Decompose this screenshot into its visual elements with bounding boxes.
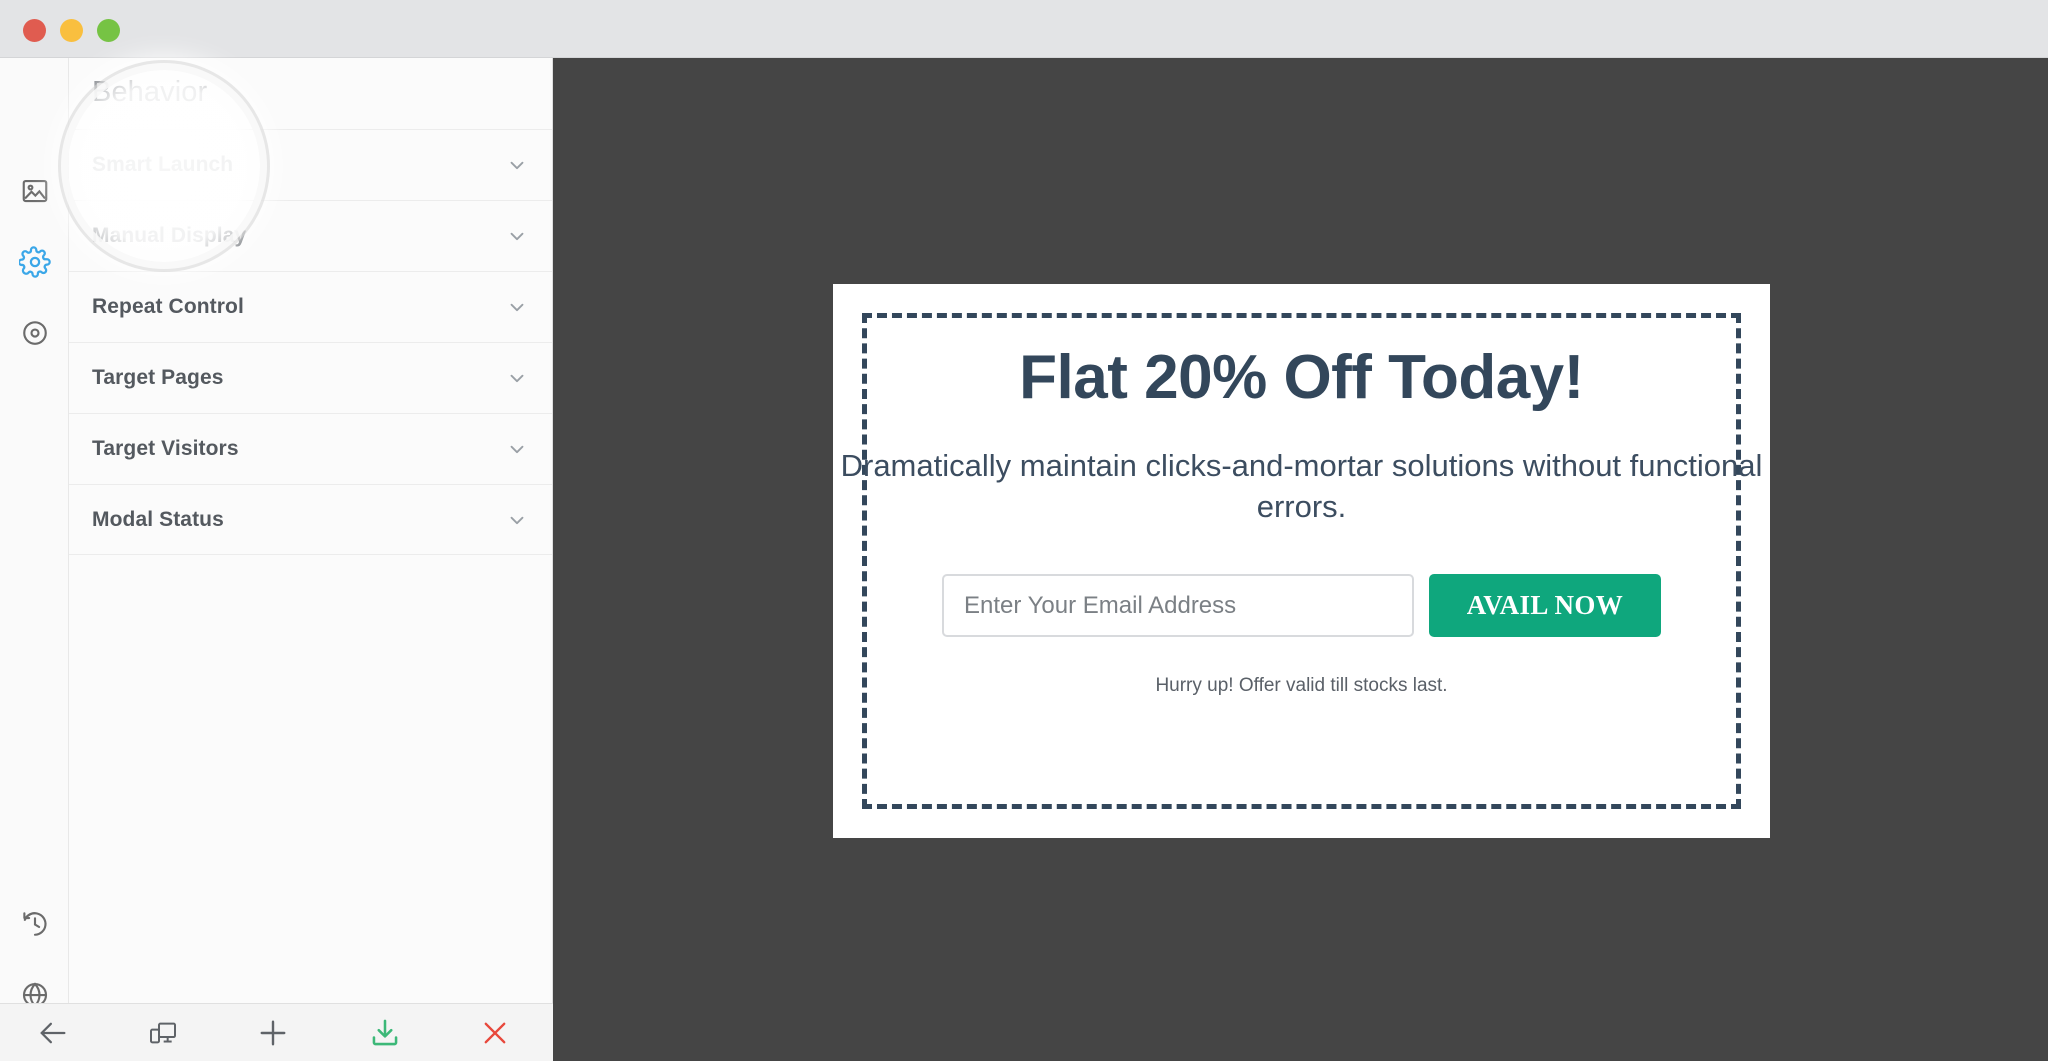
chevron-down-icon[interactable] [506, 367, 528, 389]
page-title: Behavior [92, 76, 208, 108]
sidebar-item-target-visitors[interactable]: Target Visitors [69, 413, 552, 484]
email-field[interactable] [942, 574, 1414, 637]
sidebar-item-label: Target Pages [92, 366, 224, 389]
chevron-down-icon[interactable] [506, 438, 528, 460]
maximize-window-button[interactable] [97, 19, 120, 42]
sidebar-item-label: Smart Launch [92, 153, 234, 176]
sidebar-item-label: Target Visitors [92, 437, 239, 460]
sidebar-item-repeat-control[interactable]: Repeat Control [69, 271, 552, 342]
sidebar-item-label: Modal Status [92, 507, 224, 531]
sidebar-item-label: Repeat Control [92, 295, 244, 318]
minimize-window-button[interactable] [60, 19, 83, 42]
editor-bottom-toolbar [0, 1003, 553, 1061]
modal-content: Flat 20% Off Today! Dramatically maintai… [833, 343, 1770, 697]
behavior-accordion: Smart Launch Manual Display Repeat Contr… [69, 129, 552, 555]
traffic-lights [23, 19, 120, 42]
chevron-down-icon[interactable] [506, 296, 528, 318]
target-icon[interactable] [0, 307, 69, 359]
chevron-down-icon[interactable] [506, 225, 528, 247]
history-icon[interactable] [0, 898, 69, 950]
modal-footnote: Hurry up! Offer valid till stocks last. [1155, 675, 1448, 696]
sidebar-item-modal-status[interactable]: Modal Status [69, 484, 552, 555]
app-window: Behavior Smart Launch Manual Display Rep… [0, 0, 2048, 1061]
sidebar-item-target-pages[interactable]: Target Pages [69, 342, 552, 413]
sidebar-item-manual-display[interactable]: Manual Display [69, 200, 552, 271]
modal-signup-form: AVAIL NOW [833, 574, 1770, 637]
chevron-down-icon[interactable] [506, 509, 528, 531]
chevron-down-icon[interactable] [506, 154, 528, 176]
modal-subheading: Dramatically maintain clicks-and-mortar … [840, 448, 1763, 525]
behavior-settings-panel: Behavior Smart Launch Manual Display Rep… [69, 58, 553, 1003]
sidebar-item-smart-launch[interactable]: Smart Launch [69, 129, 552, 200]
back-arrow-icon[interactable] [16, 1004, 90, 1061]
responsive-device-icon[interactable] [126, 1004, 200, 1061]
sidebar-item-label: Manual Display [92, 224, 247, 247]
left-icon-rail [0, 58, 69, 1008]
window-titlebar [0, 0, 2048, 58]
image-icon[interactable] [0, 165, 69, 217]
close-x-icon[interactable] [458, 1004, 532, 1061]
preview-canvas: Flat 20% Off Today! Dramatically maintai… [553, 58, 2048, 1061]
popup-modal-preview[interactable]: Flat 20% Off Today! Dramatically maintai… [833, 284, 1770, 838]
close-window-button[interactable] [23, 19, 46, 42]
avail-now-button[interactable]: AVAIL NOW [1429, 574, 1661, 637]
plus-icon[interactable] [236, 1004, 310, 1061]
gear-icon[interactable] [0, 236, 69, 288]
modal-heading: Flat 20% Off Today! [1019, 343, 1584, 412]
download-save-icon[interactable] [348, 1004, 422, 1061]
